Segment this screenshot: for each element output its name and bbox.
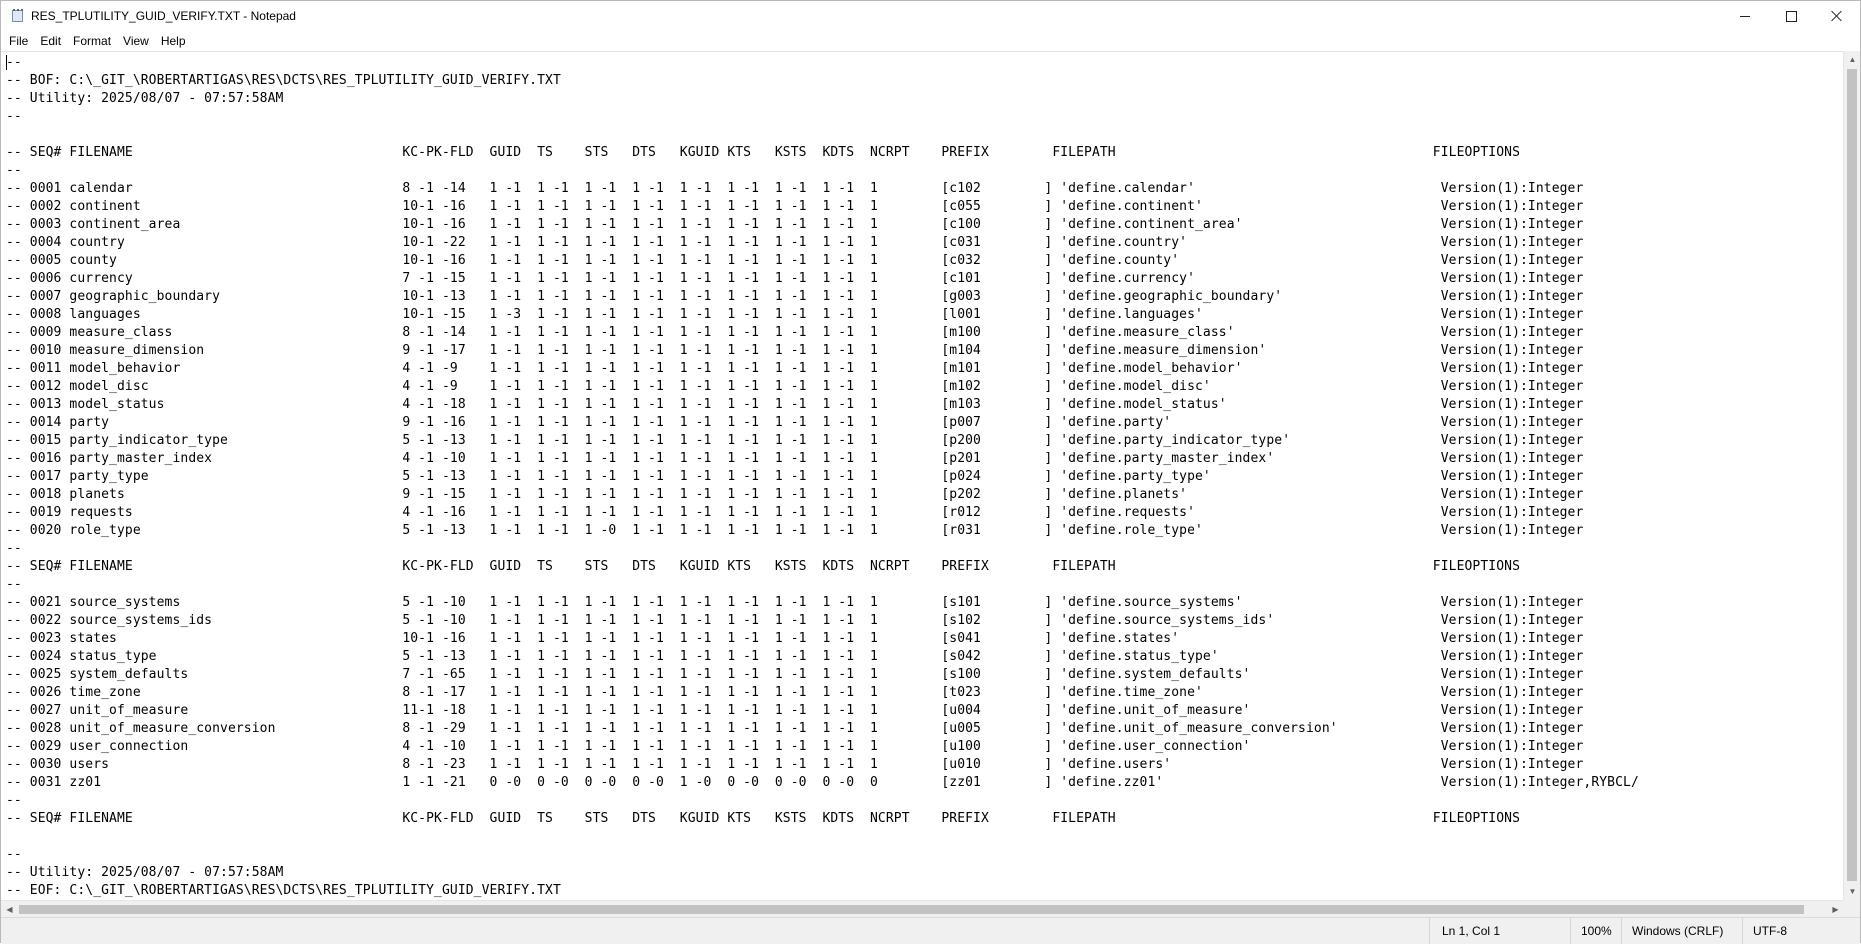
- notepad-window: RES_TPLUTILITY_GUID_VERIFY.TXT - Notepad…: [0, 0, 1861, 944]
- minimize-icon: [1740, 15, 1750, 17]
- text-editor[interactable]: -- -- BOF: C:\_GIT_\ROBERTARTIGAS\RES\DC…: [1, 51, 1844, 901]
- menu-bar: File Edit Format View Help: [1, 31, 1860, 51]
- menu-edit[interactable]: Edit: [34, 31, 67, 51]
- status-cursor-position: Ln 1, Col 1: [1429, 918, 1570, 944]
- maximize-button[interactable]: [1768, 1, 1814, 31]
- scroll-left-icon[interactable]: ◀: [1, 901, 18, 918]
- close-icon: [1831, 10, 1843, 22]
- scroll-up-icon[interactable]: ▲: [1844, 51, 1861, 68]
- title-bar[interactable]: RES_TPLUTILITY_GUID_VERIFY.TXT - Notepad: [1, 1, 1860, 31]
- horizontal-scroll-thumb[interactable]: [19, 905, 1804, 914]
- window-title: RES_TPLUTILITY_GUID_VERIFY.TXT - Notepad: [31, 9, 296, 23]
- status-zoom: 100%: [1570, 918, 1621, 944]
- menu-format[interactable]: Format: [67, 31, 117, 51]
- scroll-down-icon[interactable]: ▼: [1844, 883, 1861, 900]
- menu-help[interactable]: Help: [155, 31, 192, 51]
- notepad-icon: [11, 9, 25, 23]
- close-button[interactable]: [1814, 1, 1860, 31]
- horizontal-scrollbar[interactable]: ◀ ▶: [1, 900, 1844, 917]
- scrollbar-corner: [1843, 900, 1860, 917]
- vertical-scroll-thumb[interactable]: [1847, 69, 1857, 881]
- status-bar: Ln 1, Col 1 100% Windows (CRLF) UTF-8: [1, 917, 1860, 944]
- editor-text[interactable]: -- -- BOF: C:\_GIT_\ROBERTARTIGAS\RES\DC…: [6, 54, 1639, 900]
- menu-file[interactable]: File: [1, 31, 34, 51]
- vertical-scrollbar[interactable]: ▲ ▼: [1843, 51, 1860, 900]
- menu-view[interactable]: View: [117, 31, 155, 51]
- status-encoding: UTF-8: [1742, 918, 1861, 944]
- maximize-icon: [1785, 10, 1797, 22]
- status-line-ending: Windows (CRLF): [1621, 918, 1742, 944]
- scroll-right-icon[interactable]: ▶: [1827, 901, 1844, 918]
- minimize-button[interactable]: [1722, 1, 1768, 31]
